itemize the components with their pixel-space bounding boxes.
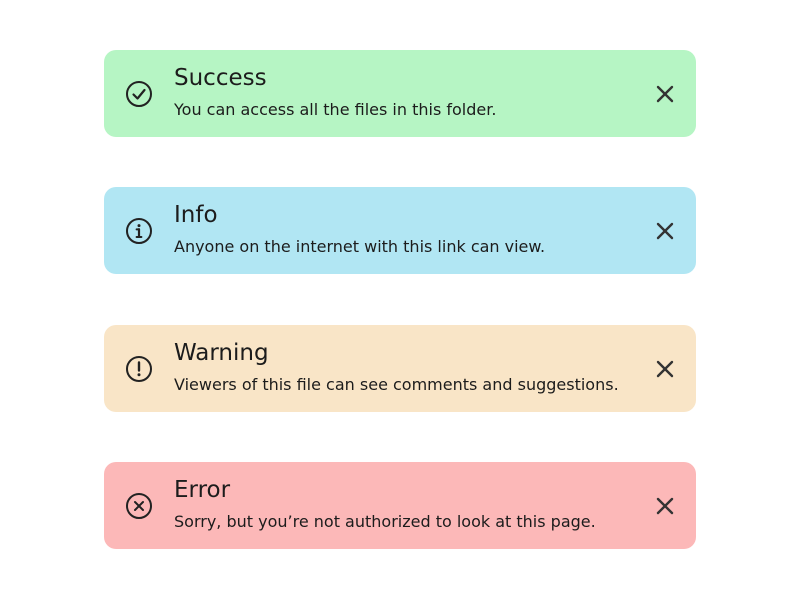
alert-error: Error Sorry, but you’re not authorized t…: [104, 462, 696, 549]
close-icon[interactable]: [654, 358, 676, 380]
alert-title: Warning: [174, 340, 269, 366]
alert-warning: Warning Viewers of this file can see com…: [104, 325, 696, 412]
info-circle-icon: [125, 217, 153, 245]
x-circle-icon: [125, 492, 153, 520]
alert-title: Error: [174, 477, 231, 503]
alert-message: You can access all the files in this fol…: [174, 100, 497, 119]
alert-title: Success: [174, 65, 267, 91]
check-circle-icon: [125, 80, 153, 108]
close-icon[interactable]: [654, 83, 676, 105]
alert-list: Success You can access all the files in …: [0, 0, 800, 600]
alert-message: Anyone on the internet with this link ca…: [174, 237, 546, 256]
exclamation-circle-icon: [125, 355, 153, 383]
alert-message: Sorry, but you’re not authorized to look…: [174, 512, 596, 531]
alert-success: Success You can access all the files in …: [104, 50, 696, 137]
close-icon[interactable]: [654, 220, 676, 242]
alert-message: Viewers of this file can see comments an…: [174, 375, 619, 394]
close-icon[interactable]: [654, 495, 676, 517]
alert-info: Info Anyone on the internet with this li…: [104, 187, 696, 274]
alert-title: Info: [174, 202, 218, 228]
